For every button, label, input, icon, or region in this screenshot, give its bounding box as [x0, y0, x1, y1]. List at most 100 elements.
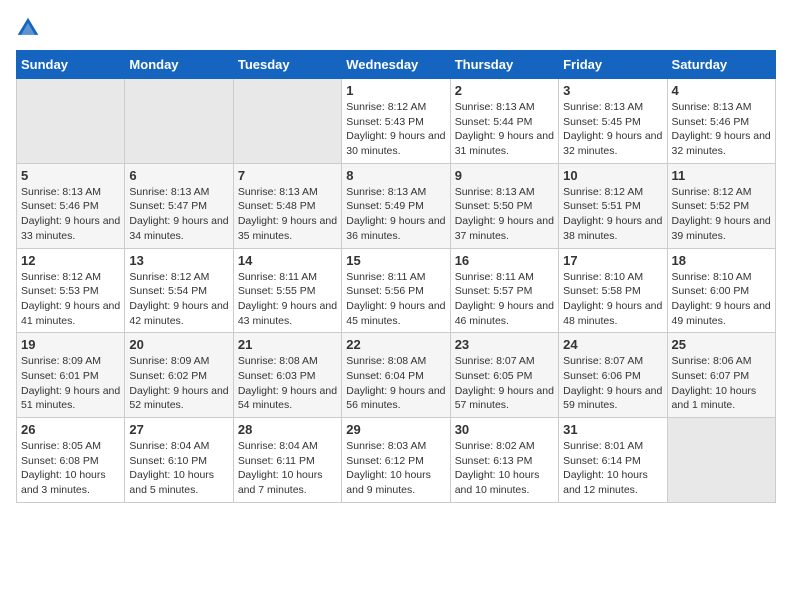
week-row-1: 1 Sunrise: 8:12 AM Sunset: 5:43 PM Daylig…	[17, 79, 776, 164]
day-number: 7	[238, 168, 337, 183]
day-info: Sunrise: 8:07 AM Sunset: 6:06 PM Dayligh…	[563, 354, 662, 413]
header-cell-saturday: Saturday	[667, 51, 775, 79]
day-cell: 12Sunrise: 8:12 AM Sunset: 5:53 PM Dayli…	[17, 248, 125, 333]
day-number: 19	[21, 337, 120, 352]
day-number: 24	[563, 337, 662, 352]
day-number: 23	[455, 337, 554, 352]
header-cell-thursday: Thursday	[450, 51, 558, 79]
day-info: Sunrise: 8:03 AM Sunset: 6:12 PM Dayligh…	[346, 439, 445, 498]
day-number: 10	[563, 168, 662, 183]
day-cell: 2 Sunrise: 8:13 AM Sunset: 5:44 PM Daylig…	[450, 79, 558, 164]
day-info: Sunrise: 8:12 AM Sunset: 5:54 PM Dayligh…	[129, 270, 228, 329]
day-number: 28	[238, 422, 337, 437]
day-cell: 17 Sunrise: 8:10 AM Sunset: 5:58 PM Dayli…	[559, 248, 667, 333]
header-cell-sunday: Sunday	[17, 51, 125, 79]
day-info: Sunrise: 8:13 AM Sunset: 5:48 PM Dayligh…	[238, 185, 337, 244]
day-cell: 3 Sunrise: 8:13 AM Sunset: 5:45 PM Daylig…	[559, 79, 667, 164]
day-info: Sunrise: 8:11 AM Sunset: 5:55 PM Dayligh…	[238, 270, 337, 329]
day-cell: 20 Sunrise: 8:09 AM Sunset: 6:02 PM Dayli…	[125, 333, 233, 418]
day-number: 12	[21, 253, 120, 268]
day-cell: 18Sunrise: 8:10 AM Sunset: 6:00 PM Dayli…	[667, 248, 775, 333]
day-info: Sunrise: 8:09 AM Sunset: 6:01 PM Dayligh…	[21, 354, 120, 413]
day-number: 29	[346, 422, 445, 437]
day-cell: 8Sunrise: 8:13 AM Sunset: 5:49 PM Daylig…	[342, 163, 450, 248]
day-info: Sunrise: 8:12 AM Sunset: 5:52 PM Dayligh…	[672, 185, 771, 244]
day-info: Sunrise: 8:13 AM Sunset: 5:46 PM Dayligh…	[672, 100, 771, 159]
week-row-5: 26 Sunrise: 8:05 AM Sunset: 6:08 PM Dayli…	[17, 418, 776, 503]
day-number: 21	[238, 337, 337, 352]
day-cell: 13 Sunrise: 8:12 AM Sunset: 5:54 PM Dayli…	[125, 248, 233, 333]
day-info: Sunrise: 8:07 AM Sunset: 6:05 PM Dayligh…	[455, 354, 554, 413]
week-row-2: 5Sunrise: 8:13 AM Sunset: 5:46 PM Daylig…	[17, 163, 776, 248]
calendar-table: SundayMondayTuesdayWednesdayThursdayFrid…	[16, 50, 776, 503]
day-info: Sunrise: 8:04 AM Sunset: 6:11 PM Dayligh…	[238, 439, 337, 498]
day-cell: 31Sunrise: 8:01 AM Sunset: 6:14 PM Dayli…	[559, 418, 667, 503]
header-cell-monday: Monday	[125, 51, 233, 79]
header-cell-wednesday: Wednesday	[342, 51, 450, 79]
week-row-4: 19 Sunrise: 8:09 AM Sunset: 6:01 PM Dayli…	[17, 333, 776, 418]
day-cell: 25 Sunrise: 8:06 AM Sunset: 6:07 PM Dayli…	[667, 333, 775, 418]
header-cell-friday: Friday	[559, 51, 667, 79]
day-number: 26	[21, 422, 120, 437]
day-info: Sunrise: 8:06 AM Sunset: 6:07 PM Dayligh…	[672, 354, 771, 413]
day-cell: 29 Sunrise: 8:03 AM Sunset: 6:12 PM Dayli…	[342, 418, 450, 503]
day-cell: 16 Sunrise: 8:11 AM Sunset: 5:57 PM Dayli…	[450, 248, 558, 333]
day-info: Sunrise: 8:08 AM Sunset: 6:04 PM Dayligh…	[346, 354, 445, 413]
day-info: Sunrise: 8:13 AM Sunset: 5:47 PM Dayligh…	[129, 185, 228, 244]
day-cell: 11Sunrise: 8:12 AM Sunset: 5:52 PM Dayli…	[667, 163, 775, 248]
day-number: 1	[346, 83, 445, 98]
week-row-3: 12Sunrise: 8:12 AM Sunset: 5:53 PM Dayli…	[17, 248, 776, 333]
day-cell: 22 Sunrise: 8:08 AM Sunset: 6:04 PM Dayli…	[342, 333, 450, 418]
day-info: Sunrise: 8:13 AM Sunset: 5:50 PM Dayligh…	[455, 185, 554, 244]
day-number: 13	[129, 253, 228, 268]
day-cell: 23 Sunrise: 8:07 AM Sunset: 6:05 PM Dayli…	[450, 333, 558, 418]
day-number: 16	[455, 253, 554, 268]
day-info: Sunrise: 8:13 AM Sunset: 5:45 PM Dayligh…	[563, 100, 662, 159]
day-number: 2	[455, 83, 554, 98]
day-cell	[17, 79, 125, 164]
day-number: 25	[672, 337, 771, 352]
day-info: Sunrise: 8:04 AM Sunset: 6:10 PM Dayligh…	[129, 439, 228, 498]
day-cell: 14 Sunrise: 8:11 AM Sunset: 5:55 PM Dayli…	[233, 248, 341, 333]
day-info: Sunrise: 8:08 AM Sunset: 6:03 PM Dayligh…	[238, 354, 337, 413]
day-info: Sunrise: 8:11 AM Sunset: 5:57 PM Dayligh…	[455, 270, 554, 329]
header-cell-tuesday: Tuesday	[233, 51, 341, 79]
day-info: Sunrise: 8:12 AM Sunset: 5:43 PM Dayligh…	[346, 100, 445, 159]
day-cell: 6 Sunrise: 8:13 AM Sunset: 5:47 PM Daylig…	[125, 163, 233, 248]
day-info: Sunrise: 8:13 AM Sunset: 5:44 PM Dayligh…	[455, 100, 554, 159]
day-number: 9	[455, 168, 554, 183]
day-number: 4	[672, 83, 771, 98]
day-cell: 5Sunrise: 8:13 AM Sunset: 5:46 PM Daylig…	[17, 163, 125, 248]
day-number: 27	[129, 422, 228, 437]
day-number: 5	[21, 168, 120, 183]
day-cell: 9 Sunrise: 8:13 AM Sunset: 5:50 PM Daylig…	[450, 163, 558, 248]
day-cell: 27 Sunrise: 8:04 AM Sunset: 6:10 PM Dayli…	[125, 418, 233, 503]
day-cell: 21 Sunrise: 8:08 AM Sunset: 6:03 PM Dayli…	[233, 333, 341, 418]
day-cell	[233, 79, 341, 164]
day-info: Sunrise: 8:11 AM Sunset: 5:56 PM Dayligh…	[346, 270, 445, 329]
day-cell: 1 Sunrise: 8:12 AM Sunset: 5:43 PM Daylig…	[342, 79, 450, 164]
day-number: 22	[346, 337, 445, 352]
day-cell: 7 Sunrise: 8:13 AM Sunset: 5:48 PM Daylig…	[233, 163, 341, 248]
day-cell: 10Sunrise: 8:12 AM Sunset: 5:51 PM Dayli…	[559, 163, 667, 248]
day-number: 18	[672, 253, 771, 268]
day-info: Sunrise: 8:01 AM Sunset: 6:14 PM Dayligh…	[563, 439, 662, 498]
day-cell: 24 Sunrise: 8:07 AM Sunset: 6:06 PM Dayli…	[559, 333, 667, 418]
day-cell	[667, 418, 775, 503]
day-number: 17	[563, 253, 662, 268]
day-cell: 15 Sunrise: 8:11 AM Sunset: 5:56 PM Dayli…	[342, 248, 450, 333]
day-info: Sunrise: 8:09 AM Sunset: 6:02 PM Dayligh…	[129, 354, 228, 413]
day-info: Sunrise: 8:10 AM Sunset: 5:58 PM Dayligh…	[563, 270, 662, 329]
day-number: 14	[238, 253, 337, 268]
day-number: 6	[129, 168, 228, 183]
day-cell	[125, 79, 233, 164]
day-info: Sunrise: 8:05 AM Sunset: 6:08 PM Dayligh…	[21, 439, 120, 498]
day-cell: 4 Sunrise: 8:13 AM Sunset: 5:46 PM Daylig…	[667, 79, 775, 164]
day-number: 30	[455, 422, 554, 437]
calendar-body: 1 Sunrise: 8:12 AM Sunset: 5:43 PM Daylig…	[17, 79, 776, 503]
day-number: 3	[563, 83, 662, 98]
day-info: Sunrise: 8:02 AM Sunset: 6:13 PM Dayligh…	[455, 439, 554, 498]
day-number: 15	[346, 253, 445, 268]
header-row: SundayMondayTuesdayWednesdayThursdayFrid…	[17, 51, 776, 79]
day-number: 20	[129, 337, 228, 352]
